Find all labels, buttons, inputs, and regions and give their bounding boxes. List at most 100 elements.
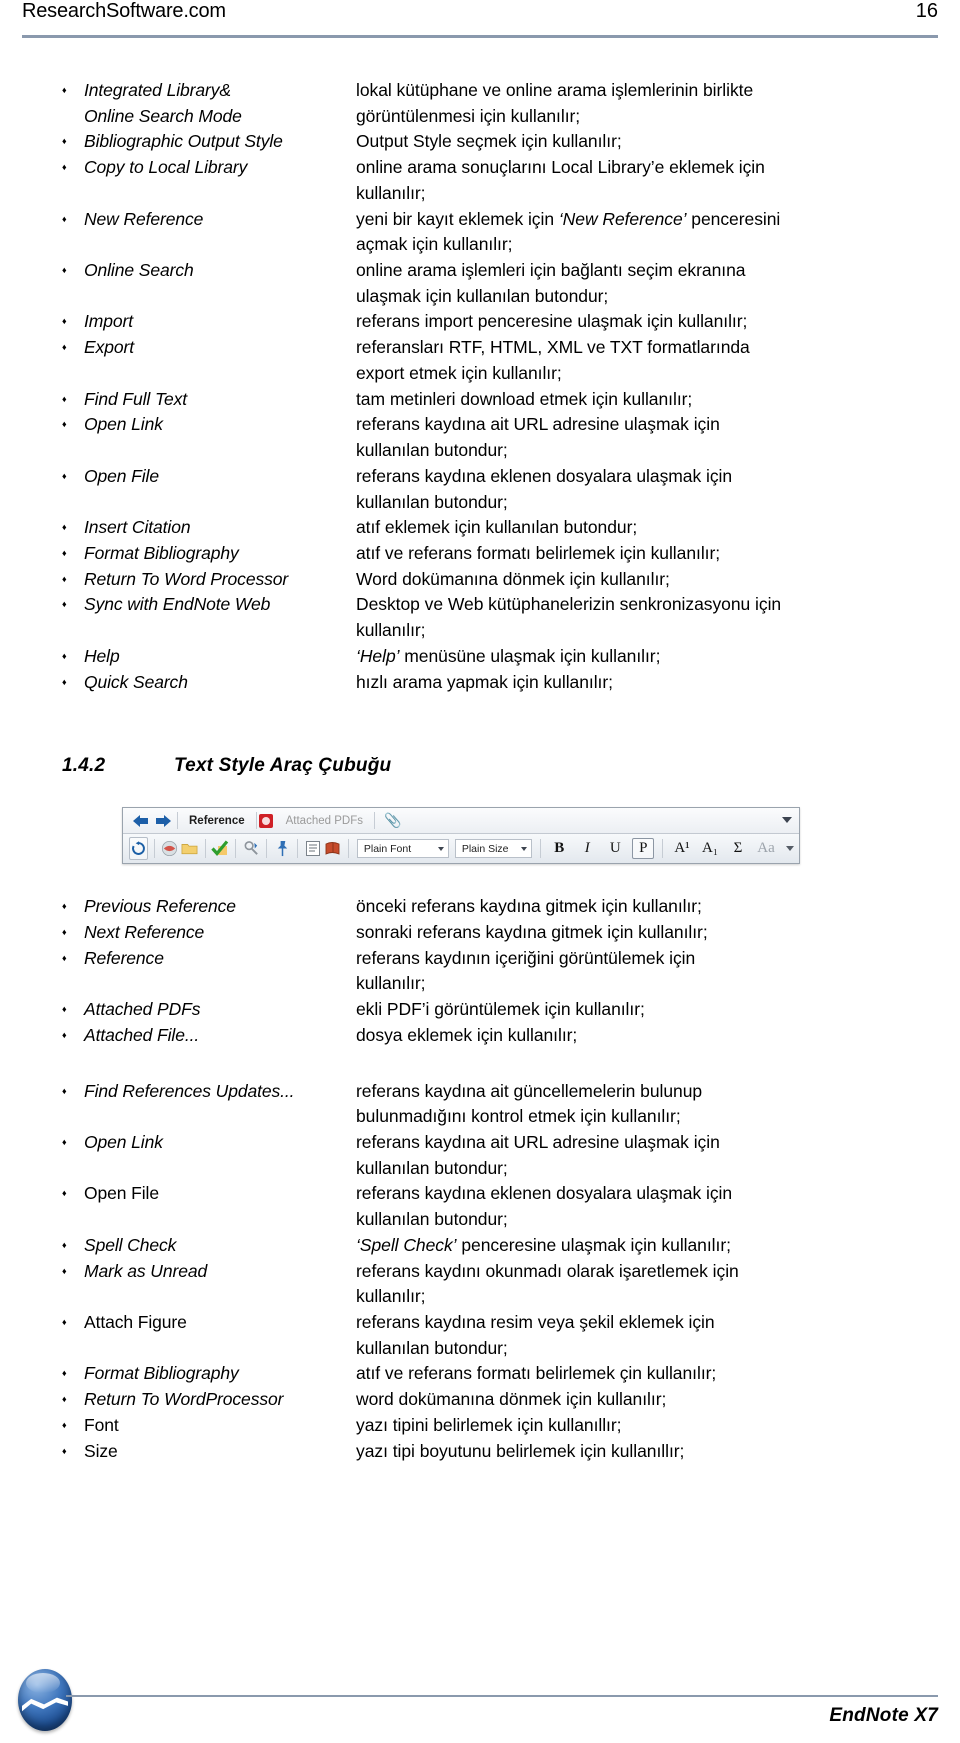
definition-description: bulunmadığını kontrol etmek için kullanı… — [356, 1106, 681, 1127]
definition-description: kullanılan butondur; — [356, 440, 508, 461]
list-bullet-icon — [62, 1387, 84, 1408]
definition-term: Next Reference — [84, 921, 205, 942]
definition-description: tam metinleri download etmek için kullan… — [356, 388, 693, 409]
list-bullet-icon — [62, 207, 84, 228]
attached-pdfs-icon — [258, 813, 273, 828]
find-full-text-icon[interactable] — [242, 837, 260, 860]
definition-row: Online Search Mode görüntülenmesi için ku… — [62, 104, 960, 130]
underline-button[interactable]: U — [604, 838, 626, 859]
definition-description: Output Style seçmek için kullanılır; — [356, 131, 622, 152]
online-link-icon[interactable] — [160, 837, 178, 860]
list-bullet-spacer — [62, 1284, 84, 1286]
definition-description: yazı tipini belirlemek için kullanıllır; — [356, 1414, 622, 1435]
definition-description: yeni bir kayıt eklemek için ‘New Referen… — [356, 208, 781, 229]
definition-term: Font — [84, 1414, 119, 1435]
definition-row: Copy to Local Library online arama sonuçl… — [62, 155, 960, 181]
footer-divider — [66, 1695, 938, 1697]
definition-term: Mark as Unread — [84, 1260, 208, 1281]
definition-description: referans import penceresine ulaşmak için… — [356, 311, 748, 332]
toolbar-divider — [297, 839, 298, 859]
next-reference-icon[interactable] — [155, 814, 172, 828]
paperclip-icon[interactable]: 📎 — [377, 812, 408, 829]
superscript-button[interactable]: A¹ — [671, 838, 693, 859]
definition-row: açmak için kullanılır; — [62, 232, 960, 258]
definition-description: kullanılan butondur; — [356, 491, 508, 512]
list-bullet-icon — [62, 1439, 84, 1460]
spell-check-icon[interactable] — [211, 837, 229, 860]
list-bullet-spacer — [62, 438, 84, 440]
definition-row: kullanılır; — [62, 971, 960, 997]
header-divider — [22, 35, 938, 38]
list-bullet-icon — [62, 309, 84, 330]
refresh-icon[interactable] — [129, 837, 148, 861]
chevron-down-icon[interactable] — [782, 817, 792, 824]
definition-term: Open File — [84, 1183, 159, 1204]
definition-row: export etmek için kullanılır; — [62, 361, 960, 387]
list-bullet-icon — [62, 1233, 84, 1254]
definition-description: atıf eklemek için kullanılan butondur; — [356, 517, 638, 538]
definition-description: dosya eklemek için kullanılır; — [356, 1024, 578, 1045]
definition-description: açmak için kullanılır; — [356, 234, 513, 255]
list-bullet-icon — [62, 129, 84, 150]
list-bullet-icon — [62, 515, 84, 536]
pushpin-icon[interactable] — [273, 837, 291, 860]
definition-description: atıf ve referans formatı belirlemek için… — [356, 542, 721, 563]
list-bullet-icon — [62, 464, 84, 485]
definition-row: kullanılır; — [62, 618, 960, 644]
list-bullet-spacer — [62, 618, 84, 620]
bold-button[interactable]: B — [548, 838, 570, 859]
toolbar-divider — [539, 839, 541, 859]
definition-description: ulaşmak için kullanılan butondur; — [356, 285, 609, 306]
definition-description: önceki referans kaydına gitmek için kull… — [356, 896, 702, 917]
tab-reference[interactable]: Reference — [180, 815, 254, 827]
definition-description: atıf ve referans formatı belirlemek çin … — [356, 1363, 717, 1384]
definition-description: görüntülenmesi için kullanılır; — [356, 105, 581, 126]
tab-attached-pdfs[interactable]: Attached PDFs — [277, 815, 372, 827]
chevron-down-icon — [520, 846, 527, 851]
size-dropdown[interactable]: Plain Size — [454, 839, 532, 859]
definition-row: ulaşmak için kullanılan butondur; — [62, 284, 960, 310]
list-bullet-icon — [62, 155, 84, 176]
definition-term: Sync with EndNote Web — [84, 594, 271, 615]
list-bullet-icon — [62, 1130, 84, 1151]
toolbar-divider — [235, 839, 237, 859]
subscript-button[interactable]: A₁ — [699, 838, 721, 859]
previous-reference-icon[interactable] — [132, 814, 149, 828]
format-bibliography-icon[interactable] — [324, 837, 342, 860]
definition-description: kullanılır; — [356, 182, 426, 203]
definition-row: Online Search online arama işlemleri için… — [62, 258, 960, 284]
definition-description: online arama işlemleri için bağlantı seç… — [356, 260, 746, 281]
folder-icon[interactable] — [180, 837, 198, 860]
definition-row: Font yazı tipini belirlemek için kullanıl… — [62, 1413, 960, 1439]
definition-term: Reference — [84, 947, 164, 968]
definition-row: kullanılır; — [62, 1284, 960, 1310]
font-dropdown[interactable]: Plain Font — [356, 839, 449, 859]
definition-row: New Reference yeni bir kayıt eklemek için… — [62, 207, 960, 233]
definition-description: referans kaydına ait güncellemelerin bul… — [356, 1080, 703, 1101]
definition-description: referans kaydının içeriğini görüntülemek… — [356, 947, 696, 968]
list-bullet-icon — [62, 387, 84, 408]
change-case-button[interactable]: Aa — [755, 838, 777, 859]
symbol-button[interactable]: Σ — [727, 838, 749, 859]
chevron-down-icon[interactable] — [786, 846, 795, 852]
definition-term: Format Bibliography — [84, 542, 239, 563]
list-bullet-spacer — [62, 1156, 84, 1158]
insert-citation-icon[interactable] — [304, 837, 322, 860]
plain-button[interactable]: P — [632, 838, 655, 860]
definition-row: Format Bibliography atıf ve referans form… — [62, 1361, 960, 1387]
list-bullet-spacer — [62, 181, 84, 183]
toolbar-divider — [373, 812, 375, 830]
definition-row: Return To WordProcessor word dokümanına d… — [62, 1387, 960, 1413]
toolbar-command-list-one: Integrated Library&lokal kütüphane ve on… — [62, 78, 960, 695]
definition-row: Spell Check ‘Spell Check’ penceresine ula… — [62, 1233, 960, 1259]
definition-row: kullanılan butondur; — [62, 1336, 960, 1362]
chevron-down-icon — [437, 846, 444, 851]
definition-description: kullanılır; — [356, 973, 426, 994]
definition-term: Online Search Mode — [84, 105, 242, 126]
font-dropdown-value: Plain Font — [363, 842, 412, 855]
definition-term: Size — [84, 1440, 118, 1461]
list-bullet-icon — [62, 997, 84, 1018]
italic-button[interactable]: I — [576, 838, 598, 859]
definition-row: Bibliographic Output Style Output Style s… — [62, 129, 960, 155]
